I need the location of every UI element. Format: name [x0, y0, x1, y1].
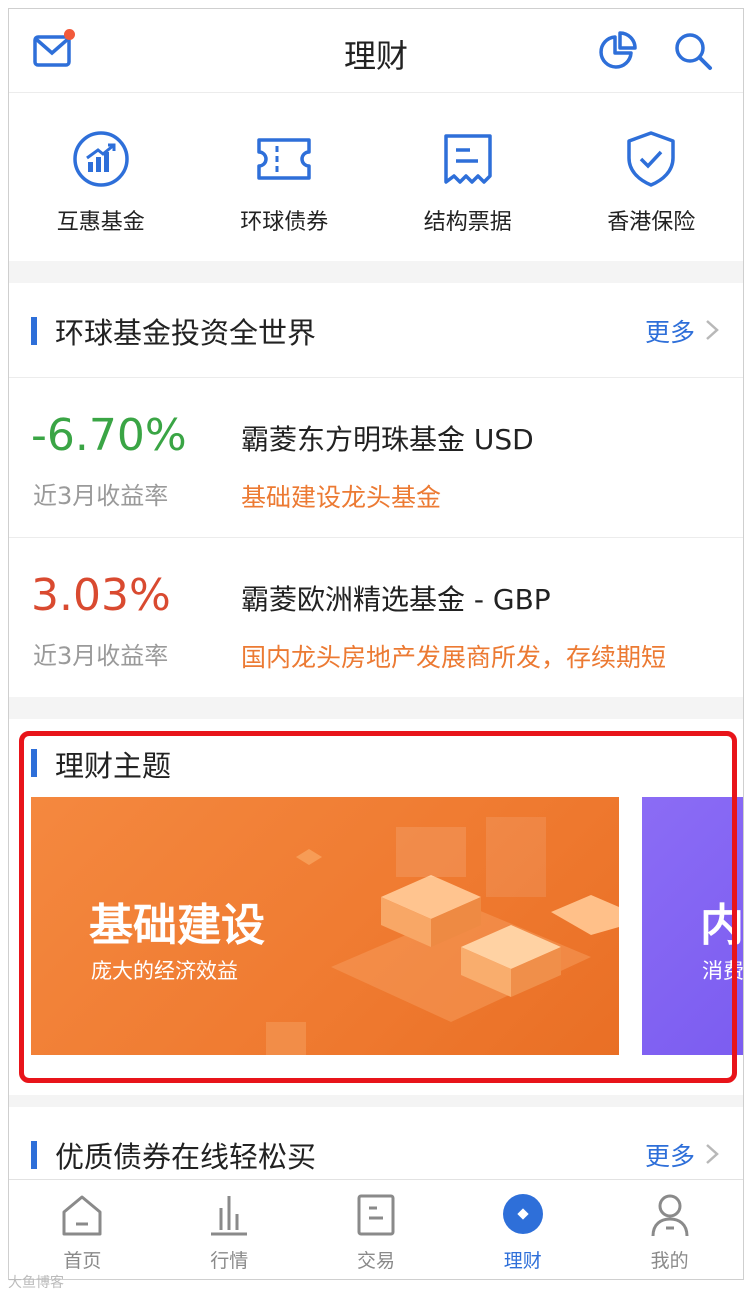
section-title: 理财主题 — [55, 749, 172, 783]
tab-label: 我的 — [650, 1250, 689, 1272]
theme-banner-consumption[interactable]: 内 消费 — [642, 797, 744, 1055]
quicknav-item-note[interactable]: 结构票据 — [376, 94, 560, 260]
section-accent-bar — [31, 749, 37, 777]
trade-icon — [354, 1192, 398, 1238]
chevron-right-icon[interactable] — [705, 319, 719, 341]
home-icon — [60, 1192, 104, 1238]
section-divider — [9, 1095, 743, 1107]
user-icon — [648, 1192, 692, 1238]
receipt-icon — [437, 128, 499, 190]
chevron-right-icon[interactable] — [705, 1143, 719, 1165]
tab-label: 理财 — [503, 1250, 542, 1272]
bar-chart-icon — [207, 1192, 251, 1238]
quicknav-label: 环球债券 — [240, 210, 329, 235]
top-header: 理财 — [9, 9, 743, 93]
tab-label: 交易 — [356, 1250, 395, 1272]
theme-banner-infrastructure[interactable]: 基础建设 庞大的经济效益 — [31, 797, 619, 1055]
global-funds-header: 环球基金投资全世界 更多 — [9, 283, 743, 375]
tab-market[interactable]: 行情 — [156, 1180, 303, 1279]
tab-trade[interactable]: 交易 — [303, 1180, 450, 1279]
tab-label: 首页 — [63, 1250, 102, 1272]
quicknav-item-insurance[interactable]: 香港保险 — [560, 94, 744, 260]
watermark-text: 大鱼博客 — [8, 1275, 64, 1291]
wealth-icon — [501, 1192, 545, 1238]
fund-row[interactable]: 3.03% 近3月收益率 霸菱欧洲精选基金 - GBP 国内龙头房地产发展商所发… — [9, 538, 743, 696]
themes-header: 理财主题 — [9, 739, 743, 799]
section-divider — [9, 697, 743, 719]
shield-check-icon — [620, 128, 682, 190]
tab-label: 行情 — [210, 1250, 249, 1272]
section-title: 优质债券在线轻松买 — [55, 1140, 317, 1174]
fund-chart-icon — [70, 128, 132, 190]
tab-home[interactable]: 首页 — [9, 1180, 156, 1279]
fund-return-rate: -6.70% — [31, 410, 187, 461]
bottom-tab-bar: 首页 行情 交易 理财 我的 — [9, 1179, 743, 1279]
banner-title: 内 — [700, 900, 744, 951]
fund-name: 霸菱东方明珠基金 USD — [241, 423, 534, 456]
tab-profile[interactable]: 我的 — [596, 1180, 743, 1279]
fund-return-label: 近3月收益率 — [33, 642, 169, 670]
section-accent-bar — [31, 1141, 37, 1169]
quicknav-label: 互惠基金 — [56, 210, 145, 235]
quicknav-label: 结构票据 — [423, 210, 512, 235]
banner-subtitle: 庞大的经济效益 — [91, 959, 238, 983]
tab-wealth[interactable]: 理财 — [449, 1180, 596, 1279]
fund-name: 霸菱欧洲精选基金 - GBP — [241, 583, 551, 616]
section-accent-bar — [31, 317, 37, 345]
more-link[interactable]: 更多 — [645, 313, 695, 349]
ticket-icon — [253, 128, 315, 190]
fund-row[interactable]: -6.70% 近3月收益率 霸菱东方明珠基金 USD 基础建设龙头基金 — [9, 378, 743, 536]
app-screen: 理财 互惠基金 环球债券 结构票据 香港保险 环球基金投资全世界 更多 -6.7… — [8, 8, 744, 1280]
section-divider — [9, 261, 743, 283]
more-link[interactable]: 更多 — [645, 1137, 695, 1173]
pie-chart-icon[interactable] — [597, 31, 637, 71]
fund-tagline: 国内龙头房地产发展商所发，存续期短 — [241, 643, 667, 672]
fund-return-label: 近3月收益率 — [33, 482, 169, 510]
quicknav-item-bond[interactable]: 环球债券 — [193, 94, 377, 260]
search-icon[interactable] — [673, 31, 713, 71]
quicknav-item-fund[interactable]: 互惠基金 — [9, 94, 193, 260]
quick-nav: 互惠基金 环球债券 结构票据 香港保险 — [9, 94, 743, 260]
section-title: 环球基金投资全世界 — [55, 316, 317, 350]
fund-return-rate: 3.03% — [31, 570, 171, 621]
fund-tagline: 基础建设龙头基金 — [241, 483, 442, 512]
banner-title: 基础建设 — [89, 900, 265, 951]
banner-subtitle: 消费 — [702, 959, 744, 983]
quicknav-label: 香港保险 — [607, 210, 696, 235]
